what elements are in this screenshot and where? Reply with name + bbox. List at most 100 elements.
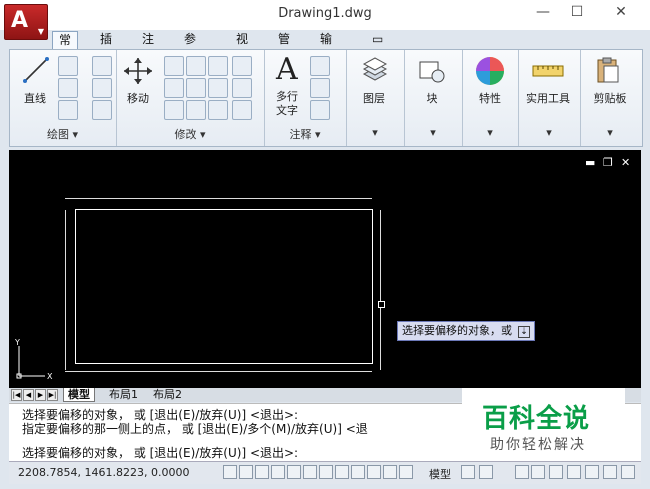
coordinate-readout[interactable]: 2208.7854, 1461.8223, 0.0000 [18, 466, 189, 479]
workspace-icon[interactable] [585, 465, 599, 479]
tab-layout1[interactable]: 布局1 [109, 388, 138, 401]
layers-dropdown[interactable]: ▾ [346, 126, 404, 142]
array-icon[interactable] [186, 100, 206, 120]
last-layout-icon[interactable]: ▶| [47, 389, 58, 401]
showmotion-icon[interactable] [567, 465, 581, 479]
osnap-icon[interactable] [287, 465, 301, 479]
rectangle-icon[interactable] [92, 78, 112, 98]
command-prompt-line[interactable]: 选择要偏移的对象， 或 [退出(E)/放弃(U)] <退出>: [22, 444, 298, 461]
utilities-button[interactable]: 实用工具 [520, 90, 576, 106]
tab-model[interactable]: 模型 [63, 388, 95, 402]
canvas-restore-icon[interactable]: ❐ [603, 156, 613, 169]
spline-icon[interactable] [92, 56, 112, 76]
stretch-icon[interactable] [164, 78, 184, 98]
first-layout-icon[interactable]: |◀ [11, 389, 22, 401]
application-menu-button[interactable]: A ▼ [4, 4, 48, 40]
polar-icon[interactable] [271, 465, 285, 479]
multiline-text-label-2[interactable]: 文字 [272, 102, 302, 118]
polyline-icon[interactable] [58, 56, 78, 76]
ribbon: 直线 绘图 ▾ 移动 修改 ▾ A 多行 文字 注释 ▾ 图层 ▾ 块 ▾ 特性… [9, 49, 643, 147]
arc-icon[interactable] [58, 100, 78, 120]
clean-screen-icon[interactable] [621, 465, 635, 479]
close-button[interactable]: ✕ [606, 4, 636, 20]
tab-layout2[interactable]: 布局2 [153, 388, 182, 401]
ellipse-icon[interactable] [92, 100, 112, 120]
ortho-icon[interactable] [255, 465, 269, 479]
copy-icon[interactable] [186, 56, 206, 76]
dimension-icon[interactable] [310, 56, 330, 76]
selection-cycling-icon[interactable] [383, 465, 397, 479]
minimize-button[interactable]: — [528, 4, 558, 20]
canvas-minimize-icon[interactable]: ▬ [585, 156, 595, 169]
offset-line-left [65, 210, 66, 370]
properties-button[interactable]: 特性 [468, 90, 512, 106]
tab-output[interactable]: 输出 [314, 31, 338, 63]
cursor-pickbox [378, 301, 385, 308]
command-history-line-2: 指定要偏移的那一侧上的点， 或 [退出(E)/多个(M)/放弃(U)] <退 [22, 422, 368, 436]
lineweight-icon[interactable] [351, 465, 365, 479]
layers-button[interactable]: 图层 [350, 90, 398, 106]
steeringwheel-icon[interactable] [549, 465, 563, 479]
mirror-icon[interactable] [186, 78, 206, 98]
rotate-icon[interactable] [164, 56, 184, 76]
tab-annotate[interactable]: 注释 [136, 31, 160, 63]
properties-dropdown[interactable]: ▾ [462, 126, 518, 142]
quick-view-layouts-icon[interactable] [461, 465, 475, 479]
move-button[interactable]: 移动 [120, 90, 156, 106]
maximize-button[interactable]: ☐ [562, 4, 592, 20]
fillet-icon[interactable] [208, 78, 228, 98]
offset-icon[interactable] [208, 100, 228, 120]
annotation-panel-title[interactable]: 注释 ▾ [264, 126, 346, 142]
layers-icon [362, 57, 388, 81]
modify-panel-title[interactable]: 修改 ▾ [116, 126, 264, 142]
canvas-close-icon[interactable]: ✕ [621, 156, 630, 169]
rectangle-shape[interactable] [75, 209, 373, 364]
block-dropdown[interactable]: ▾ [404, 126, 462, 142]
grid-icon[interactable] [239, 465, 253, 479]
erase-icon[interactable] [232, 56, 252, 76]
table-icon[interactable] [310, 100, 330, 120]
tab-insert[interactable]: 插入 [94, 31, 118, 63]
offset-line-top [65, 198, 372, 199]
quick-view-drawings-icon[interactable] [479, 465, 493, 479]
snap-icon[interactable] [223, 465, 237, 479]
quick-properties-icon[interactable] [367, 465, 381, 479]
otrack-icon[interactable] [303, 465, 317, 479]
tab-extra[interactable]: ▭ [366, 31, 389, 48]
move-icon [124, 58, 152, 84]
block-button[interactable]: 块 [412, 90, 452, 106]
tab-view[interactable]: 视图 [230, 31, 254, 63]
drawing-canvas[interactable]: ▬ ❐ ✕ 选择要偏移的对象，或 ⇣ Y X [9, 150, 641, 388]
trim-icon[interactable] [208, 56, 228, 76]
dyn-icon[interactable] [335, 465, 349, 479]
pan-icon[interactable] [515, 465, 529, 479]
ucs-x-label: X [47, 372, 53, 381]
next-layout-icon[interactable]: ▶ [35, 389, 46, 401]
circle-icon[interactable] [58, 78, 78, 98]
clipboard-button[interactable]: 剪贴板 [584, 90, 636, 106]
utilities-dropdown[interactable]: ▾ [518, 126, 580, 142]
chamfer-icon[interactable] [232, 100, 252, 120]
tab-manage[interactable]: 管理 [272, 31, 296, 63]
lock-icon[interactable] [603, 465, 617, 479]
line-icon [23, 57, 49, 83]
draw-panel-title[interactable]: 绘图 ▾ [10, 126, 115, 142]
tab-home[interactable]: 常用 [52, 31, 79, 64]
transparency-icon[interactable] [399, 465, 413, 479]
model-space-toggle[interactable]: 模型 [429, 466, 451, 482]
line-button[interactable]: 直线 [18, 90, 52, 106]
text-a-icon: A [276, 52, 298, 87]
tab-parametric[interactable]: 参数化 [178, 31, 202, 80]
scale-icon[interactable] [164, 100, 184, 120]
zoom-icon[interactable] [531, 465, 545, 479]
ducs-icon[interactable] [319, 465, 333, 479]
explode-icon[interactable] [232, 78, 252, 98]
tooltip-text: 选择要偏移的对象，或 [402, 324, 512, 337]
previous-layout-icon[interactable]: ◀ [23, 389, 34, 401]
offset-line-right [380, 210, 381, 370]
ucs-y-label: Y [15, 338, 20, 347]
clipboard-dropdown[interactable]: ▾ [580, 126, 640, 142]
status-bar: 2208.7854, 1461.8223, 0.0000 模型 [9, 461, 641, 484]
leader-icon[interactable] [310, 78, 330, 98]
title-bar: Drawing1.dwg — ☐ ✕ [0, 0, 650, 30]
